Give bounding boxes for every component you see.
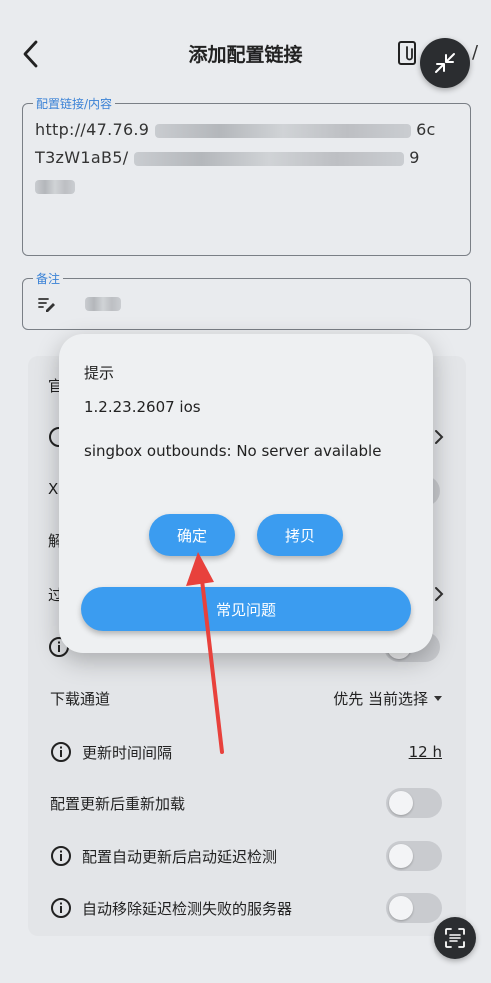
redacted-blur <box>133 151 404 166</box>
update-interval-value-link[interactable]: 12 h <box>409 743 442 761</box>
config-link-value[interactable]: http://47.76.9 6c T3zW1aB5/ 9 <box>35 116 455 200</box>
remark-label: 备注 <box>33 270 64 287</box>
config-link-label: 配置链接/内容 <box>33 95 116 112</box>
remove-failed-servers-toggle[interactable] <box>386 893 442 923</box>
toggle-knob <box>389 844 413 868</box>
download-channel-value: 优先 当前选择 <box>333 689 428 708</box>
latency-test-after-update-toggle[interactable] <box>386 841 442 871</box>
info-icon[interactable] <box>50 897 72 919</box>
paste-clipboard-icon[interactable] <box>396 38 420 68</box>
app-header: 添加配置链接 / <box>0 0 491 100</box>
remove-failed-servers-row: 自动移除延迟检测失败的服务器 <box>50 886 442 930</box>
scan-icon <box>445 928 465 948</box>
dialog-message: singbox outbounds: No server available <box>84 442 382 460</box>
redacted-blur <box>85 297 121 311</box>
toggle-knob <box>389 896 413 920</box>
info-icon[interactable] <box>50 845 72 867</box>
edit-note-icon <box>38 298 55 312</box>
dialog-title: 提示 <box>84 364 115 382</box>
reload-after-update-label: 配置更新后重新加载 <box>50 794 186 813</box>
faq-button[interactable]: 常见问题 <box>81 587 411 631</box>
chevron-right-icon[interactable] <box>432 428 446 446</box>
dropdown-caret-icon <box>434 695 442 701</box>
alert-dialog: 提示 1.2.23.2607 ios singbox outbounds: No… <box>59 334 433 653</box>
remark-field[interactable]: 备注 <box>22 270 471 330</box>
link-line1-end: 6c <box>416 120 436 139</box>
reload-after-update-toggle[interactable] <box>386 788 442 818</box>
download-channel-label: 下载通道 <box>50 689 111 708</box>
collapse-window-button[interactable] <box>420 38 470 88</box>
latency-test-after-update-label: 配置自动更新后启动延迟检测 <box>82 847 278 866</box>
link-line2-start: T3zW1aB5/ <box>35 148 129 167</box>
header-overflow-glyph: / <box>472 42 479 63</box>
partial-row-label: X <box>48 480 59 498</box>
collapse-arrows-icon <box>435 53 455 73</box>
dialog-version: 1.2.23.2607 ios <box>84 398 201 416</box>
redacted-blur <box>154 123 411 138</box>
annotation-arrow-icon <box>186 552 224 754</box>
reload-after-update-row: 配置更新后重新加载 <box>50 781 442 825</box>
latency-test-after-update-row: 配置自动更新后启动延迟检测 <box>50 834 442 878</box>
download-channel-select[interactable]: 优先 当前选择 <box>333 688 442 709</box>
download-channel-row[interactable]: 下载通道 优先 当前选择 <box>50 676 442 720</box>
remove-failed-servers-label: 自动移除延迟检测失败的服务器 <box>82 899 293 918</box>
chevron-right-icon[interactable] <box>432 585 446 603</box>
scan-text-button[interactable] <box>434 917 476 959</box>
toggle-knob <box>389 791 413 815</box>
copy-button[interactable]: 拷贝 <box>257 514 343 556</box>
update-interval-label: 更新时间间隔 <box>82 743 173 762</box>
info-icon[interactable] <box>50 741 72 763</box>
link-line2-end: 9 <box>409 148 420 167</box>
config-link-field[interactable]: 配置链接/内容 http://47.76.9 6c T3zW1aB5/ 9 <box>22 95 471 256</box>
redacted-blur <box>35 179 75 194</box>
update-interval-row[interactable]: 更新时间间隔 12 h <box>50 730 442 774</box>
update-interval-value: 12 h <box>408 743 442 761</box>
link-line1-start: http://47.76.9 <box>35 120 150 139</box>
